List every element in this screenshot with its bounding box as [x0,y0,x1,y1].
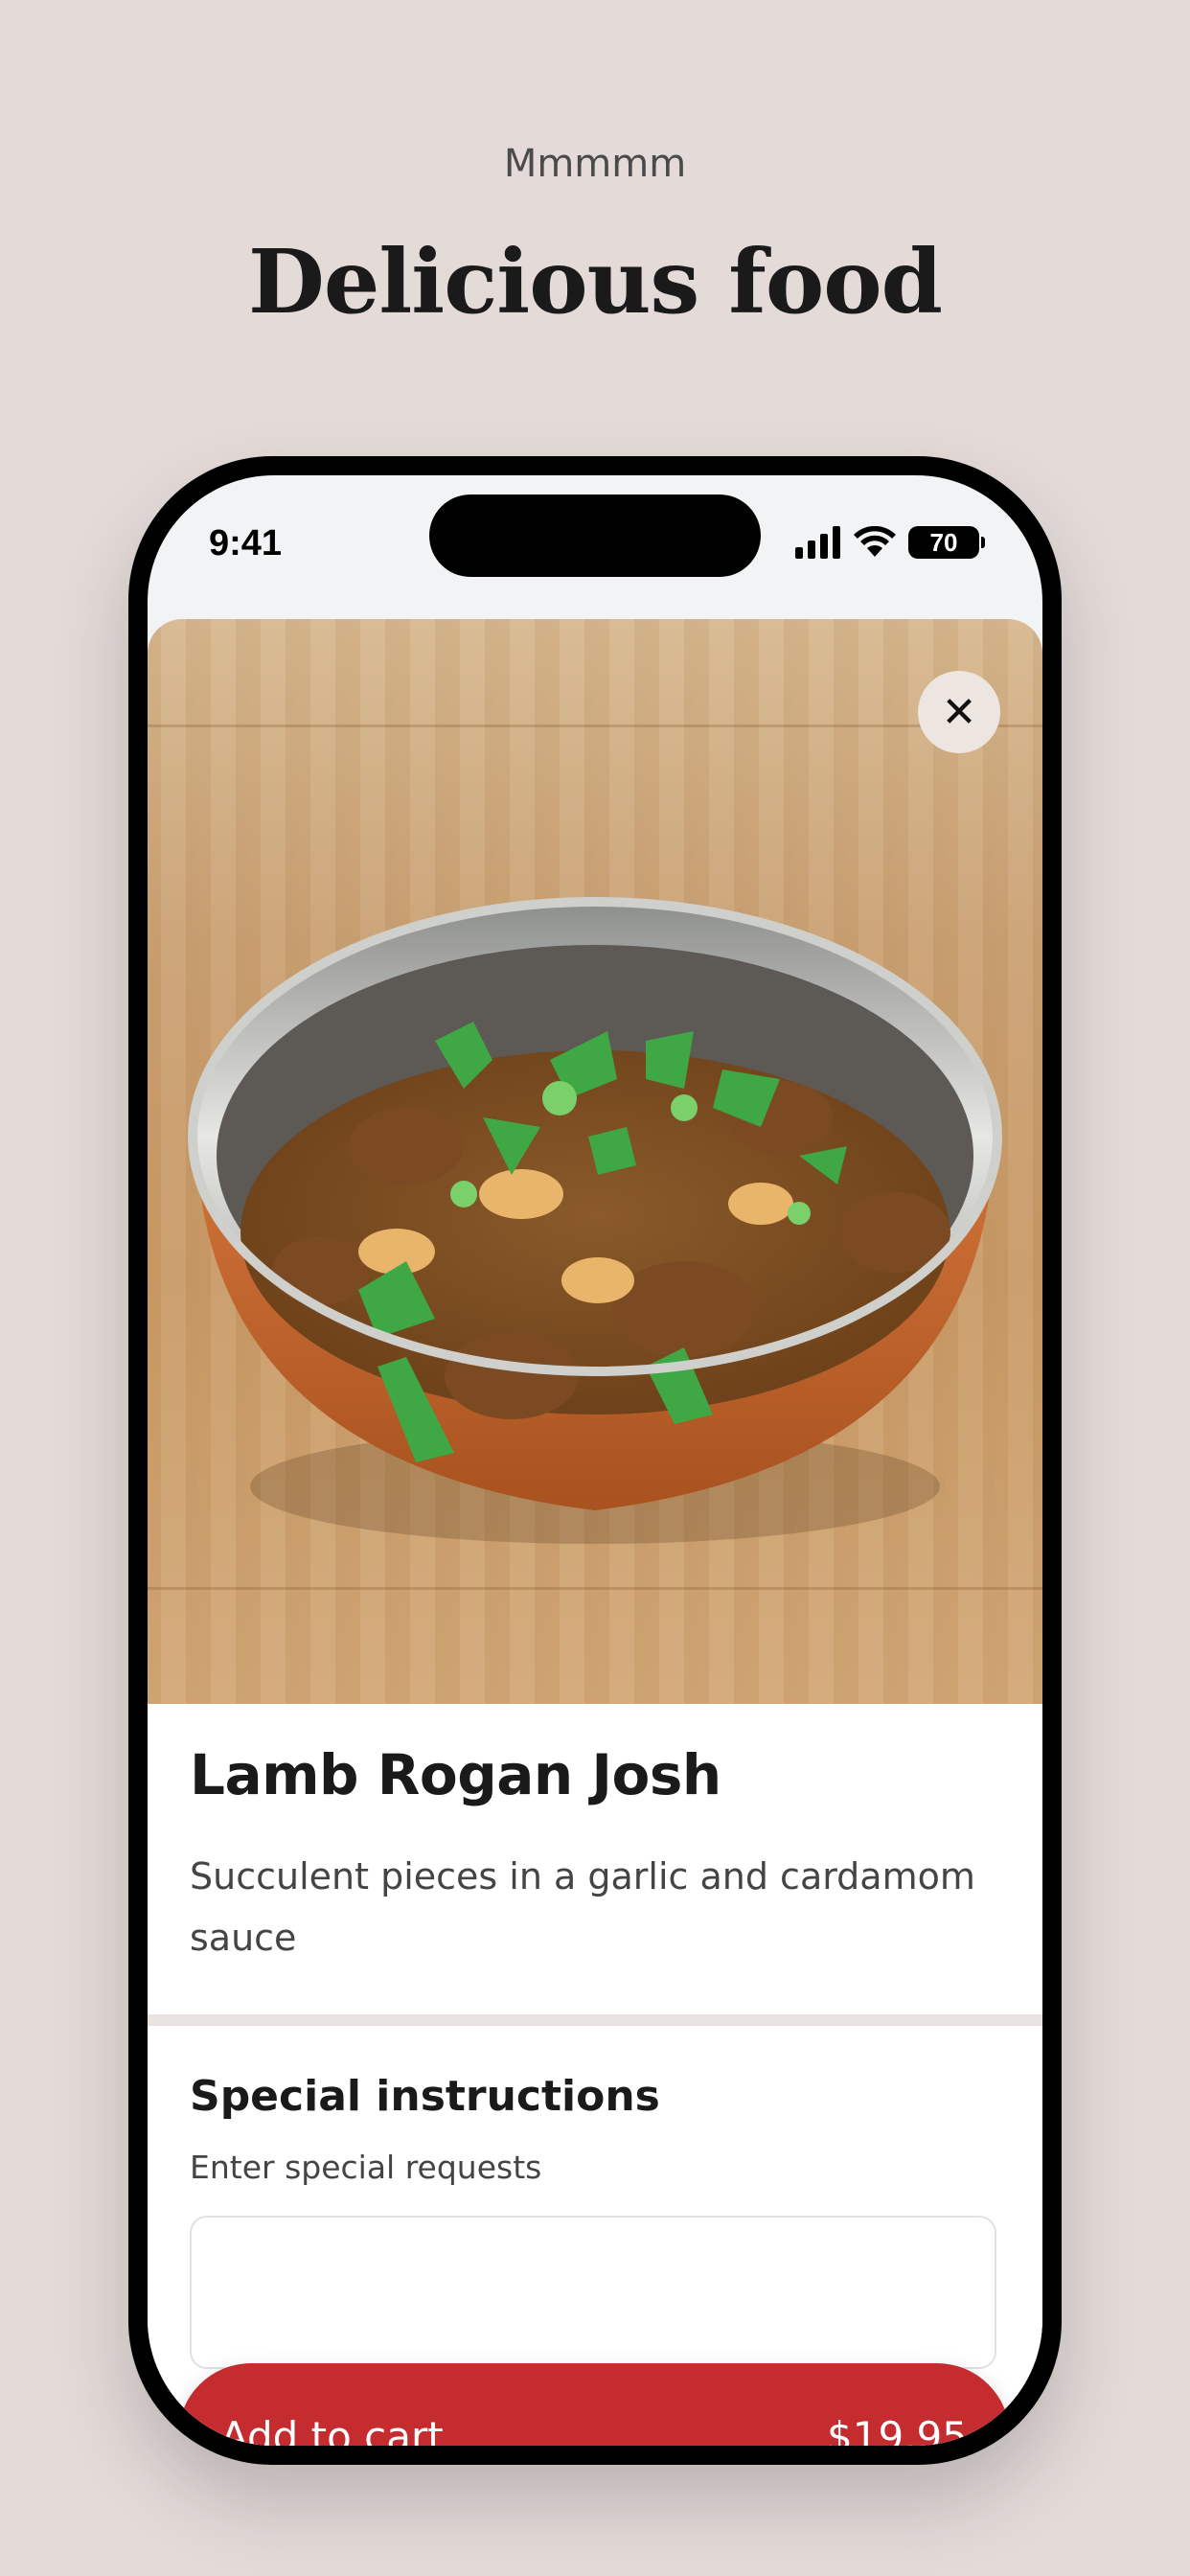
special-instructions-title: Special instructions [190,2072,660,2121]
add-to-cart-label: Add to cart [220,2412,444,2447]
marketing-headline: Delicious food [248,230,943,334]
curry-bowl-illustration [188,897,1002,1544]
close-icon: ✕ [941,687,977,737]
status-icons: 70 [795,523,985,562]
phone-screen: 9:41 70 ✕ Lamb Rogan Josh Succulent piec… [148,475,1042,2446]
cart-price: $19.95 [827,2412,968,2447]
wifi-icon [854,526,896,557]
item-photo: ✕ [148,619,1042,1704]
special-instructions-input[interactable] [190,2216,996,2369]
item-name: Lamb Rogan Josh [190,1742,721,1807]
add-to-cart-button[interactable]: Add to cart $19.95 [178,2363,1010,2446]
close-button[interactable]: ✕ [918,671,1000,753]
item-description: Succulent pieces in a garlic and cardamo… [190,1855,975,1959]
status-time: 9:41 [209,523,283,564]
special-instructions-subtitle: Enter special requests [190,2149,542,2186]
marketing-eyebrow: Mmmmm [503,142,687,186]
item-sheet: ✕ Lamb Rogan Josh Succulent pieces in a … [148,619,1042,2446]
phone-frame: 9:41 70 ✕ Lamb Rogan Josh Succulent piec… [128,456,1062,2465]
battery-icon: 70 [908,526,985,559]
signal-icon [795,526,840,559]
dynamic-island [429,494,761,577]
section-divider [148,2014,1042,2026]
